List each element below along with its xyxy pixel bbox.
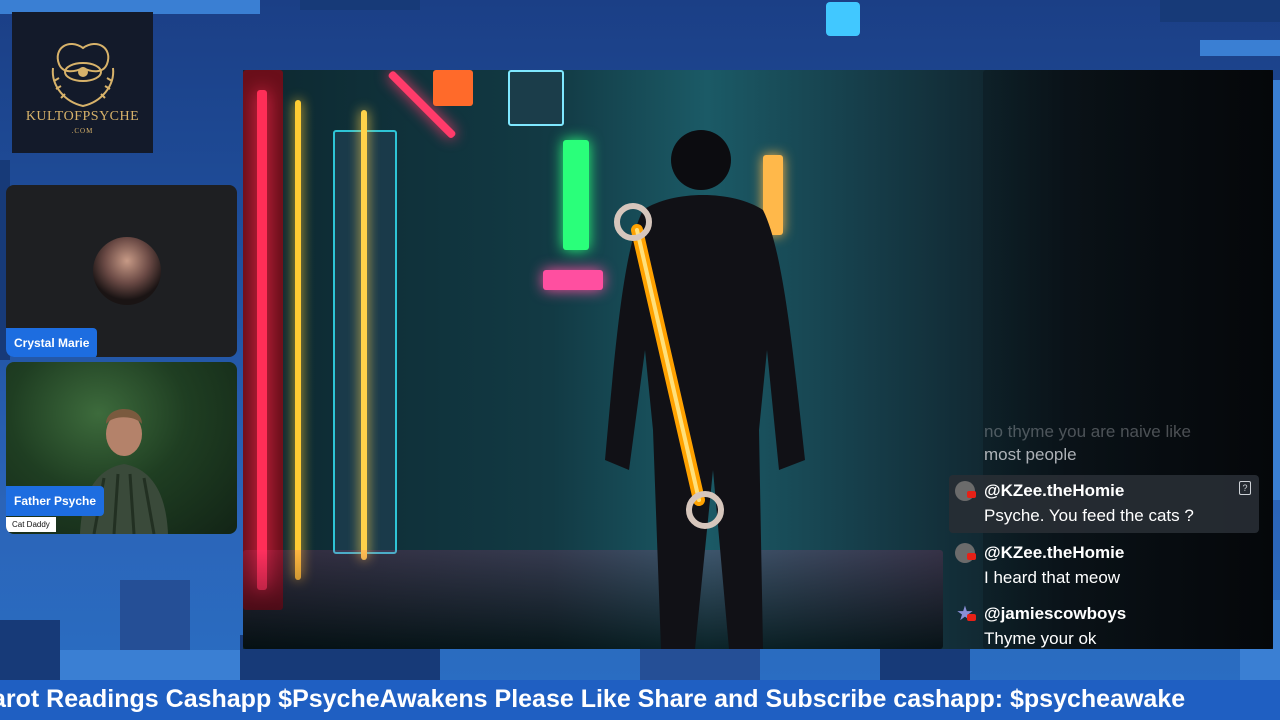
chat-faded-line: no thyme you are naive like xyxy=(984,422,1191,441)
chat-text: I heard that meow xyxy=(984,568,1121,587)
logo-subtitle: .COM xyxy=(71,127,94,135)
avatar xyxy=(93,237,161,305)
chat-message[interactable]: @KZee.theHomie I heard that meow xyxy=(949,537,1259,595)
participant-card-crystal-marie[interactable]: Crystal Marie xyxy=(6,185,237,357)
youtube-badge-icon xyxy=(967,614,976,621)
chat-text: Psyche. You feed the cats ? xyxy=(984,506,1194,525)
report-flag-icon[interactable]: ? xyxy=(1239,481,1251,495)
participant-card-father-psyche[interactable]: Father Psyche Cat Daddy xyxy=(6,362,237,534)
chat-username: @KZee.theHomie xyxy=(984,481,1125,500)
eye-butterfly-icon xyxy=(51,43,115,108)
chat-username: @KZee.theHomie xyxy=(984,543,1125,562)
chat-text: Thyme your ok xyxy=(984,629,1097,648)
live-chat-overlay: no thyme you are naive like most people … xyxy=(945,420,1265,662)
participant-sub-label: Cat Daddy xyxy=(6,517,56,532)
walking-man-silhouette xyxy=(605,130,805,649)
participant-name-tag: Father Psyche xyxy=(6,486,105,516)
scrolling-ticker-banner: arot Readings Cashapp $PsycheAwakens Ple… xyxy=(0,680,1280,720)
channel-logo: KULTOFPSYCHE .COM xyxy=(12,12,153,153)
participant-name-tag: Crystal Marie xyxy=(6,328,98,357)
chat-message[interactable]: @KZee.theHomie Psyche. You feed the cats… xyxy=(949,475,1259,533)
chat-faded-message: no thyme you are naive like most people xyxy=(984,420,1191,466)
youtube-badge-icon xyxy=(967,553,976,560)
chat-username: @jamiescowboys xyxy=(984,604,1127,623)
ticker-text: arot Readings Cashapp $PsycheAwakens Ple… xyxy=(0,685,1186,713)
chat-message[interactable]: ★ @jamiescowboys Thyme your ok xyxy=(949,598,1259,656)
chat-faded-line: most people xyxy=(984,445,1077,464)
youtube-badge-icon xyxy=(967,491,976,498)
